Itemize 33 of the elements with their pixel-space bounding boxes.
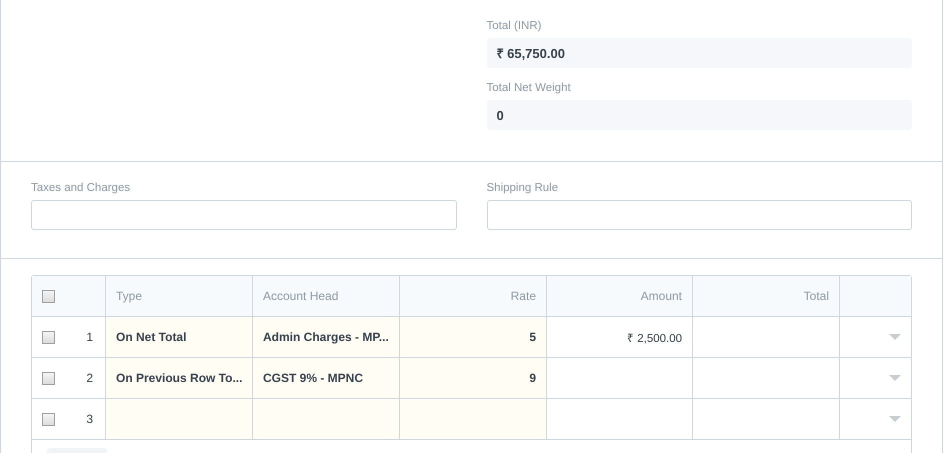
readonly-value: 0 bbox=[486, 100, 912, 130]
table-cell[interactable] bbox=[252, 399, 399, 439]
row-checkbox[interactable] bbox=[42, 372, 55, 384]
field-label: Shipping Rule bbox=[486, 182, 560, 194]
table-cell[interactable] bbox=[105, 399, 252, 439]
input-field[interactable] bbox=[486, 200, 912, 230]
row-number: 2 bbox=[86, 371, 93, 385]
row-checkbox[interactable] bbox=[42, 330, 55, 344]
column-header: Account Head bbox=[252, 276, 399, 316]
table-cell[interactable] bbox=[399, 399, 546, 439]
caret-icon[interactable] bbox=[889, 375, 901, 381]
column-header: Rate bbox=[399, 276, 546, 316]
table-cell[interactable]: Admin Charges - MP... bbox=[252, 317, 399, 357]
table-cell-text: ₹ 2,500.00 bbox=[627, 332, 682, 344]
caret-icon[interactable] bbox=[889, 334, 901, 340]
table-cell[interactable]: On Previous Row To... bbox=[105, 358, 252, 398]
row-checkbox[interactable] bbox=[42, 412, 55, 426]
select-all-checkbox[interactable] bbox=[42, 290, 55, 302]
field-label: Taxes and Charges bbox=[31, 182, 132, 194]
column-header: Type bbox=[105, 276, 252, 316]
field-label: Total Net Weight bbox=[486, 82, 572, 94]
table-cell[interactable]: CGST 9% - MPNC bbox=[252, 358, 399, 398]
row-number: 3 bbox=[86, 412, 93, 426]
field-label: Total (INR) bbox=[486, 20, 542, 32]
table-cell[interactable]: 5 bbox=[399, 317, 546, 357]
table-cell[interactable]: On Net Total bbox=[105, 317, 252, 357]
caret-icon[interactable] bbox=[889, 416, 901, 422]
input-field[interactable] bbox=[31, 200, 456, 230]
readonly-value: ₹ 65,750.00 bbox=[486, 38, 912, 68]
row-number: 1 bbox=[86, 330, 93, 344]
column-header: Total bbox=[692, 276, 839, 316]
table-cell[interactable]: 9 bbox=[399, 358, 546, 398]
column-header: Amount bbox=[546, 276, 692, 316]
